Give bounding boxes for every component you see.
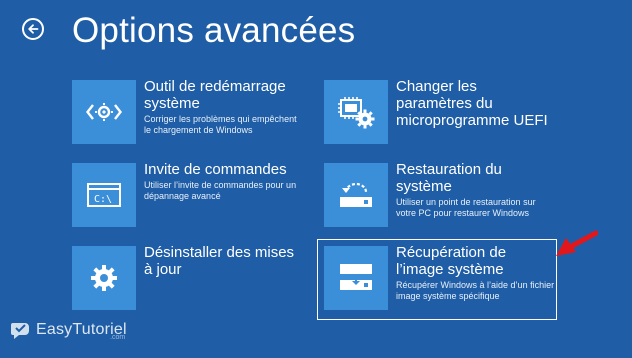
page-title: Options avancées — [72, 11, 356, 50]
option-command-prompt[interactable]: C:\ Invite de commandes Utiliser l’invit… — [72, 161, 302, 229]
option-tile — [324, 246, 388, 310]
code-brackets-icon — [86, 103, 122, 121]
option-description: Récupérer Windows à l’aide d’un fichier … — [396, 280, 555, 301]
option-startup-repair[interactable]: Outil de redémarrage système Corriger le… — [72, 78, 302, 150]
option-tile — [324, 80, 388, 144]
gear-icon — [91, 265, 117, 291]
image-drive-icon — [340, 264, 372, 290]
option-tile — [324, 163, 388, 227]
arrow-left-icon — [28, 24, 39, 34]
option-title: Désinstaller des mises à jour — [144, 244, 295, 278]
back-button[interactable] — [22, 18, 44, 40]
option-tile: C:\ — [72, 163, 136, 227]
option-description: Utiliser un point de restauration sur vo… — [396, 197, 536, 218]
svg-text:C:\: C:\ — [94, 194, 112, 205]
red-arrow-icon — [556, 230, 598, 256]
watermark-sub: .com — [110, 334, 126, 341]
command-prompt-icon: C:\ — [87, 183, 121, 207]
chip-gear-icon — [338, 97, 375, 129]
option-description: Utiliser l’invite de commandes pour un d… — [144, 180, 297, 201]
option-title: Changer les paramètres du microprogramme… — [396, 78, 548, 129]
speech-bubble-icon — [11, 323, 29, 339]
option-system-restore[interactable]: Restauration du système Utiliser un poin… — [324, 161, 549, 229]
option-system-image-recovery[interactable]: Récupération de l’image système Récupére… — [317, 239, 557, 320]
option-title: Invite de commandes — [144, 161, 287, 178]
restore-drive-icon — [340, 182, 372, 207]
option-title: Outil de redémarrage système — [144, 78, 286, 112]
option-tile — [72, 80, 136, 144]
option-description: Corriger les problèmes qui empêchent le … — [144, 114, 297, 135]
watermark: EasyTutoriel .com — [10, 318, 127, 342]
option-uninstall-updates[interactable]: Désinstaller des mises à jour — [72, 244, 302, 312]
option-tile — [72, 246, 136, 310]
option-uefi-settings[interactable]: Changer les paramètres du microprogramme… — [324, 78, 549, 152]
option-title: Récupération de l’image système — [396, 244, 507, 278]
option-title: Restauration du système — [396, 161, 502, 195]
